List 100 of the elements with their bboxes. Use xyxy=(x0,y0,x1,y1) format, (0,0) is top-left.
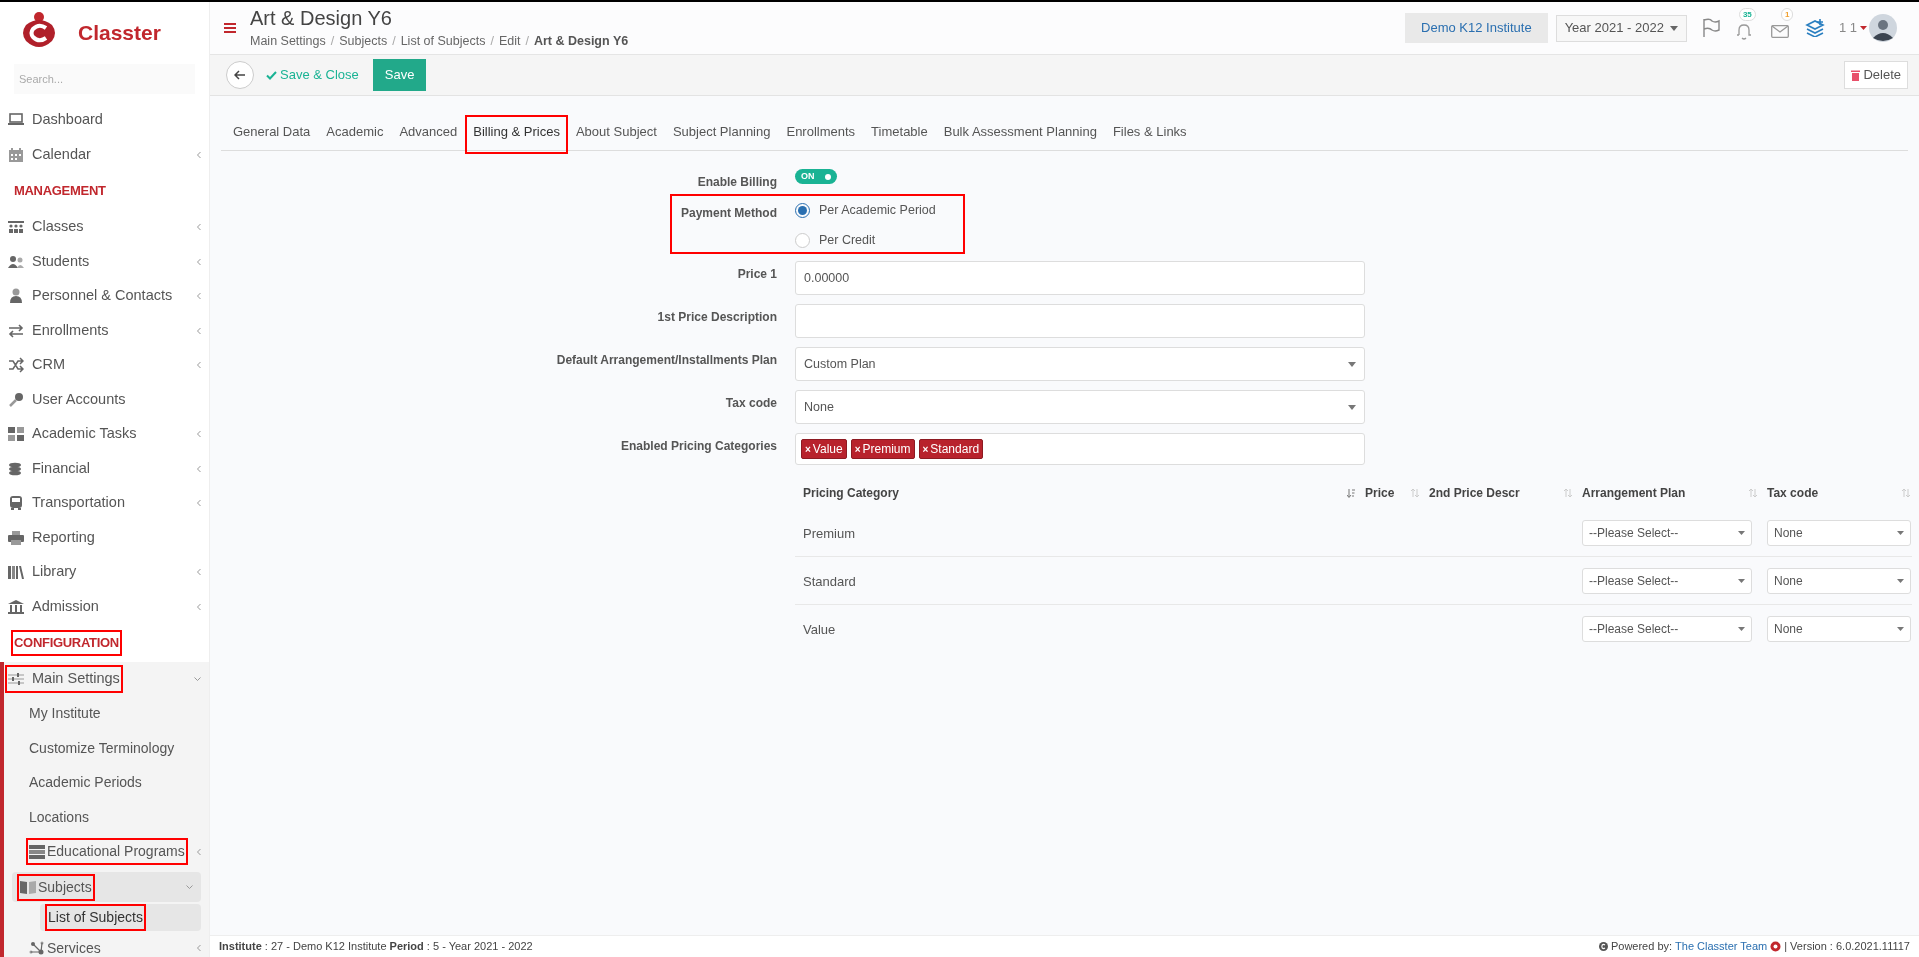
chevron-left-icon xyxy=(197,361,201,369)
breadcrumb[interactable]: List of Subjects xyxy=(400,31,486,51)
sidebar-item[interactable]: Classes xyxy=(0,210,209,245)
tag[interactable]: × Standard xyxy=(918,439,984,459)
tab[interactable]: Timetable xyxy=(865,113,934,150)
select-field[interactable]: --Please Select-- xyxy=(1582,616,1752,642)
chevron-left-icon xyxy=(197,465,201,473)
year-dropdown[interactable]: Year 2021 - 2022 xyxy=(1555,14,1687,42)
team-link[interactable]: The Classter Team xyxy=(1675,938,1768,955)
shuffle-icon xyxy=(8,357,24,374)
book-icon xyxy=(20,879,36,895)
sidebar-item[interactable]: Dashboard xyxy=(0,103,209,138)
search-field[interactable]: Search... xyxy=(14,64,195,94)
breadcrumb[interactable]: Subjects xyxy=(339,31,388,51)
select-field[interactable]: --Please Select-- xyxy=(1582,567,1752,594)
sidebar-item[interactable]: Customize Terminology xyxy=(4,731,209,766)
sidebar-item[interactable]: Reporting xyxy=(0,520,209,555)
tab[interactable]: Enrollments xyxy=(780,113,862,150)
chevron-left-icon xyxy=(197,848,201,856)
column-header[interactable]: Tax code xyxy=(1767,484,1819,502)
column-header[interactable]: Price xyxy=(1365,484,1395,502)
avatar[interactable] xyxy=(1869,14,1897,42)
remove-icon[interactable]: × xyxy=(854,441,861,457)
sidebar-item[interactable]: List of Subjects xyxy=(40,904,201,931)
tab[interactable]: Files & Links xyxy=(1106,113,1193,150)
sidebar-item[interactable]: Academic Tasks xyxy=(0,417,209,452)
caret-icon xyxy=(1669,25,1678,31)
breadcrumb-separator: / xyxy=(330,32,335,50)
sidebar-item[interactable]: Students xyxy=(0,244,209,279)
tab[interactable]: About Subject xyxy=(569,113,663,150)
sidebar-item[interactable]: Calendar xyxy=(0,137,209,172)
tab[interactable]: Subject Planning xyxy=(666,113,777,150)
caret-icon xyxy=(1348,361,1356,367)
caret-icon xyxy=(1897,578,1904,583)
select-field[interactable]: None xyxy=(1767,519,1911,546)
user-name[interactable]: 1 1 xyxy=(1838,18,1857,38)
field-label: Payment Method xyxy=(680,205,777,222)
caret-icon xyxy=(1897,530,1904,535)
sidebar-item[interactable]: Transportation xyxy=(0,486,209,521)
radio-option[interactable]: Per Credit xyxy=(795,230,936,250)
breadcrumb-separator: / xyxy=(525,32,529,50)
tab[interactable]: Advanced xyxy=(393,113,464,150)
mail-icon[interactable] xyxy=(1770,25,1789,38)
sidebar-item[interactable]: Educational Programs xyxy=(4,834,209,869)
chevron-down-icon xyxy=(194,677,201,682)
caret-icon xyxy=(1738,530,1745,535)
field-label: Default Arrangement/Installments Plan xyxy=(555,352,777,369)
chevron-down-icon xyxy=(186,885,193,889)
delete-button[interactable]: Delete xyxy=(1844,61,1908,89)
tab[interactable]: General Data xyxy=(227,113,317,150)
sidebar-item[interactable]: My Institute xyxy=(4,696,209,731)
input-field[interactable] xyxy=(795,304,1365,338)
sidebar-item[interactable]: Academic Periods xyxy=(4,765,209,800)
sidebar-item[interactable]: Subjects xyxy=(12,872,201,902)
sidebar-item[interactable]: Locations xyxy=(4,800,209,835)
breadcrumb[interactable]: Main Settings xyxy=(250,31,326,51)
tag[interactable]: × Premium xyxy=(850,439,915,459)
bell-icon[interactable] xyxy=(1734,22,1753,40)
sidebar-item[interactable]: Enrollments xyxy=(0,313,209,348)
breadcrumb[interactable]: Edit xyxy=(498,31,521,51)
tag-label: Value xyxy=(812,441,843,458)
sliders-icon xyxy=(8,671,24,688)
institute-button[interactable]: Demo K12 Institute xyxy=(1405,13,1548,43)
back-arrow-icon xyxy=(234,70,246,80)
select-field[interactable]: None xyxy=(1767,616,1911,642)
sidebar-item[interactable]: Admission xyxy=(0,589,209,624)
sidebar-item[interactable]: CRM xyxy=(0,348,209,383)
chevron-left-icon xyxy=(197,603,201,611)
column-header[interactable]: 2nd Price Descr xyxy=(1429,484,1520,502)
field-label: Tax code xyxy=(724,395,777,412)
back-button[interactable] xyxy=(226,61,254,89)
caret-icon xyxy=(1897,627,1904,631)
breadcrumb-separator: / xyxy=(392,32,396,50)
column-header[interactable]: Pricing Category xyxy=(803,484,900,502)
tag[interactable]: × Value xyxy=(801,439,847,459)
column-header[interactable]: Arrangement Plan xyxy=(1582,484,1686,502)
layers-icon[interactable] xyxy=(1804,19,1825,37)
flag-icon[interactable] xyxy=(1700,18,1721,38)
sidebar-item[interactable]: Services xyxy=(4,931,209,957)
caret-icon xyxy=(1738,578,1745,583)
menu-icon[interactable] xyxy=(224,23,236,33)
select-field[interactable]: Custom Plan xyxy=(795,347,1365,381)
bus-icon xyxy=(8,495,24,512)
remove-icon[interactable]: × xyxy=(922,441,929,457)
sort-icon[interactable] xyxy=(1347,488,1355,498)
sidebar-item[interactable]: Main Settings xyxy=(4,662,209,697)
radio-option[interactable]: Per Academic Period xyxy=(795,201,936,220)
caret-icon[interactable] xyxy=(1860,26,1867,30)
sidebar-item[interactable]: Financial xyxy=(0,451,209,486)
remove-icon[interactable]: × xyxy=(805,441,811,457)
tab[interactable]: Academic xyxy=(320,113,390,150)
select-field[interactable]: --Please Select-- xyxy=(1582,519,1752,546)
input-field[interactable]: 0.00000 xyxy=(795,261,1365,295)
tab[interactable]: Bulk Assessment Planning xyxy=(937,113,1103,150)
sidebar-item[interactable]: User Accounts xyxy=(0,382,209,417)
tag-field[interactable]: × Value × Premium × Standard xyxy=(795,433,1365,465)
sidebar-item[interactable]: Personnel & Contacts xyxy=(0,279,209,314)
select-field[interactable]: None xyxy=(795,390,1365,424)
select-field[interactable]: None xyxy=(1767,567,1911,594)
sidebar-item[interactable]: Library xyxy=(0,555,209,590)
